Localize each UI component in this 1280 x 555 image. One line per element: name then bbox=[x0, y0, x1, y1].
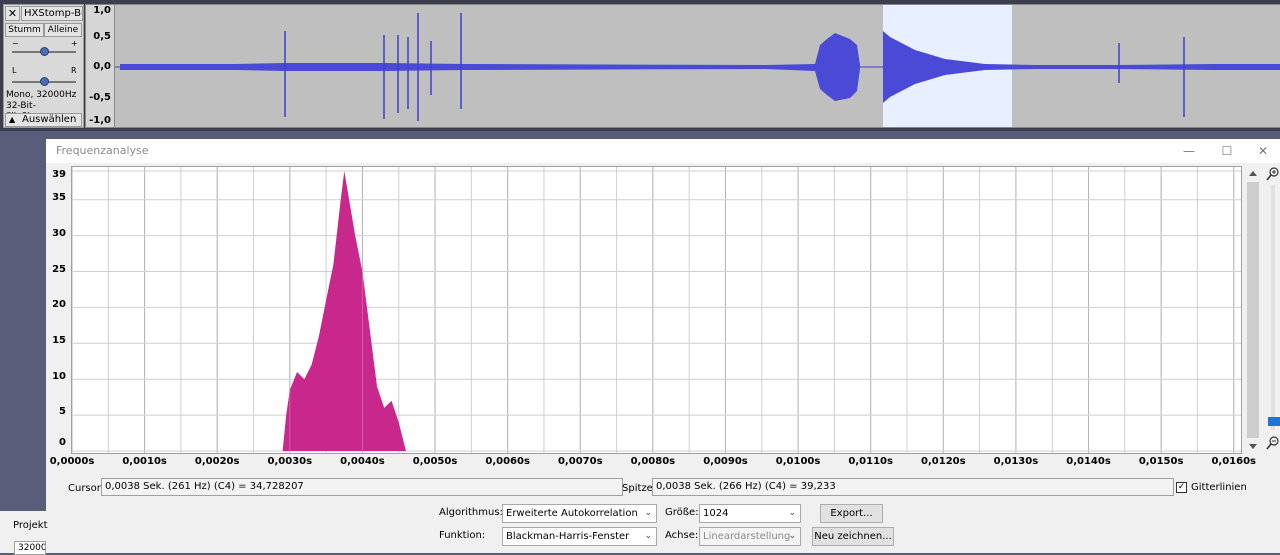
zoom-in-icon[interactable] bbox=[1266, 167, 1280, 181]
axis-label: Achse: bbox=[665, 530, 699, 541]
close-button[interactable]: ✕ bbox=[1246, 141, 1280, 161]
scroll-up-icon[interactable] bbox=[1249, 171, 1257, 176]
size-label: Größe: bbox=[665, 507, 699, 518]
x-tick: 0,0100s bbox=[775, 456, 821, 467]
x-tick: 0,0110s bbox=[848, 456, 893, 467]
solo-button[interactable]: Alleine bbox=[44, 23, 82, 37]
peak-value-field: 0,0038 Sek. (266 Hz) (C4) = 39,233 bbox=[652, 478, 1174, 496]
mute-button[interactable]: Stumm bbox=[5, 23, 44, 37]
y-tick: 5 bbox=[59, 406, 66, 417]
plot-gridlines bbox=[72, 167, 1241, 453]
algorithm-select[interactable]: Erweiterte Autokorrelation ⌄ bbox=[502, 504, 657, 523]
x-tick: 0,0060s bbox=[485, 456, 530, 467]
zoom-slider-thumb[interactable] bbox=[1268, 417, 1280, 426]
frequency-analysis-dialog: Frequenzanalyse — ☐ ✕ 39 35 30 25 20 15 … bbox=[46, 139, 1280, 553]
x-tick: 0,0080s bbox=[630, 456, 676, 467]
vertical-scrollbar-svg bbox=[1247, 171, 1259, 449]
gain-slider-thumb[interactable] bbox=[40, 47, 49, 56]
x-tick: 0,0120s bbox=[921, 456, 966, 467]
y-tick: 35 bbox=[52, 192, 66, 203]
function-label: Funktion: bbox=[439, 530, 486, 541]
y-tick: 39 bbox=[52, 169, 66, 180]
x-tick: 0,0160s bbox=[1211, 456, 1257, 467]
zoom-out-icon[interactable] bbox=[1266, 436, 1280, 450]
collapse-arrow-icon[interactable]: ▲ bbox=[9, 114, 15, 126]
x-tick: 0,0130s bbox=[993, 456, 1039, 467]
x-tick: 0,0090s bbox=[703, 456, 748, 467]
chevron-down-icon: ⌄ bbox=[788, 508, 796, 518]
x-tick: 0,0010s bbox=[122, 456, 167, 467]
zoom-slider-track[interactable] bbox=[1271, 185, 1275, 430]
y-tick: 10 bbox=[52, 371, 66, 382]
size-select[interactable]: 1024 ⌄ bbox=[699, 504, 801, 523]
pan-right-label: R bbox=[71, 66, 77, 75]
gridlines-label[interactable]: Gitterlinien bbox=[1191, 482, 1247, 493]
select-track-button[interactable]: ▲ Auswählen bbox=[5, 113, 82, 127]
chevron-down-icon: ⌄ bbox=[644, 508, 652, 518]
ruler-tick: -0,5 bbox=[89, 92, 111, 103]
export-button[interactable]: Export... bbox=[820, 504, 883, 523]
scroll-down-icon[interactable] bbox=[1249, 444, 1257, 449]
chevron-down-icon: ⌄ bbox=[788, 531, 796, 541]
select-track-label: Auswählen bbox=[22, 114, 77, 125]
ruler-tick: 0,5 bbox=[93, 31, 111, 42]
waveform-body bbox=[120, 33, 860, 101]
audio-track: ✕ HXStomp-Bu▼ Stumm Alleine − + L R Mono… bbox=[0, 0, 1280, 131]
track-close-button[interactable]: ✕ bbox=[5, 6, 20, 21]
gridlines-checkbox[interactable]: ✓ bbox=[1176, 482, 1187, 493]
gain-plus-label: + bbox=[71, 39, 78, 48]
spectrum-plot-svg bbox=[72, 167, 1241, 453]
project-rate-panel: Projekt 32000 bbox=[0, 511, 48, 555]
chevron-down-icon: ⌄ bbox=[644, 531, 652, 541]
algorithm-label: Algorithmus: bbox=[439, 507, 503, 518]
dialog-title-bar[interactable]: Frequenzanalyse — ☐ ✕ bbox=[46, 139, 1280, 163]
y-tick: 30 bbox=[52, 228, 66, 239]
project-rate-label: Projekt bbox=[13, 520, 48, 531]
ruler-tick: -1,0 bbox=[89, 115, 111, 126]
x-axis: 0,0000s 0,0010s 0,0020s 0,0030s 0,0040s 0,005… bbox=[50, 454, 1256, 476]
cursor-label: Cursor: bbox=[68, 483, 105, 494]
y-tick: 15 bbox=[52, 335, 66, 346]
scroll-thumb[interactable] bbox=[1247, 182, 1259, 438]
cursor-value-field: 0,0038 Sek. (261 Hz) (C4) = 34,728207 bbox=[101, 478, 623, 496]
track-name-menu[interactable]: HXStomp-Bu▼ bbox=[21, 6, 83, 21]
track-format-rate: Mono, 32000Hz bbox=[6, 90, 77, 100]
y-tick: 0 bbox=[59, 437, 66, 448]
plot-grid-overlay bbox=[72, 167, 1235, 453]
redraw-button[interactable]: Neu zeichnen... bbox=[812, 527, 894, 546]
minimize-button[interactable]: — bbox=[1172, 141, 1206, 161]
function-selected: Blackman-Harris-Fenster bbox=[506, 531, 630, 542]
dialog-title: Frequenzanalyse bbox=[56, 144, 149, 157]
pan-left-label: L bbox=[12, 66, 17, 75]
amplitude-ruler: 1,0 0,5 0,0 -0,5 -1,0 bbox=[85, 4, 115, 128]
size-selected: 1024 bbox=[703, 508, 729, 519]
y-tick: 20 bbox=[52, 299, 66, 310]
x-tick: 0,0000s bbox=[49, 456, 95, 467]
x-tick: 0,0050s bbox=[412, 456, 458, 467]
vertical-scrollbar[interactable] bbox=[1244, 166, 1262, 454]
pan-slider-thumb[interactable] bbox=[40, 77, 49, 86]
waveform-display[interactable] bbox=[115, 4, 1280, 128]
ruler-tick: 0,0 bbox=[93, 61, 111, 72]
axis-selected: Lineardarstellung bbox=[703, 531, 791, 542]
maximize-button[interactable]: ☐ bbox=[1210, 141, 1244, 161]
waveform-svg bbox=[115, 5, 1280, 127]
x-tick: 0,0140s bbox=[1066, 456, 1111, 467]
algorithm-selected: Erweiterte Autokorrelation bbox=[506, 508, 638, 519]
y-tick: 25 bbox=[52, 264, 66, 275]
y-axis: 39 35 30 25 20 15 10 5 0 bbox=[46, 166, 70, 454]
x-tick: 0,0040s bbox=[340, 456, 385, 467]
function-select[interactable]: Blackman-Harris-Fenster ⌄ bbox=[502, 527, 657, 546]
track-control-panel: ✕ HXStomp-Bu▼ Stumm Alleine − + L R Mono… bbox=[3, 4, 84, 128]
autocorrelation-area bbox=[282, 171, 406, 451]
x-tick: 0,0030s bbox=[267, 456, 313, 467]
ruler-tick: 1,0 bbox=[93, 5, 111, 16]
spectrum-plot[interactable] bbox=[71, 166, 1242, 454]
axis-select[interactable]: Lineardarstellung ⌄ bbox=[699, 527, 801, 546]
x-tick: 0,0020s bbox=[194, 456, 240, 467]
x-tick: 0,0070s bbox=[557, 456, 603, 467]
x-tick: 0,0150s bbox=[1138, 456, 1184, 467]
gain-minus-label: − bbox=[12, 39, 19, 48]
